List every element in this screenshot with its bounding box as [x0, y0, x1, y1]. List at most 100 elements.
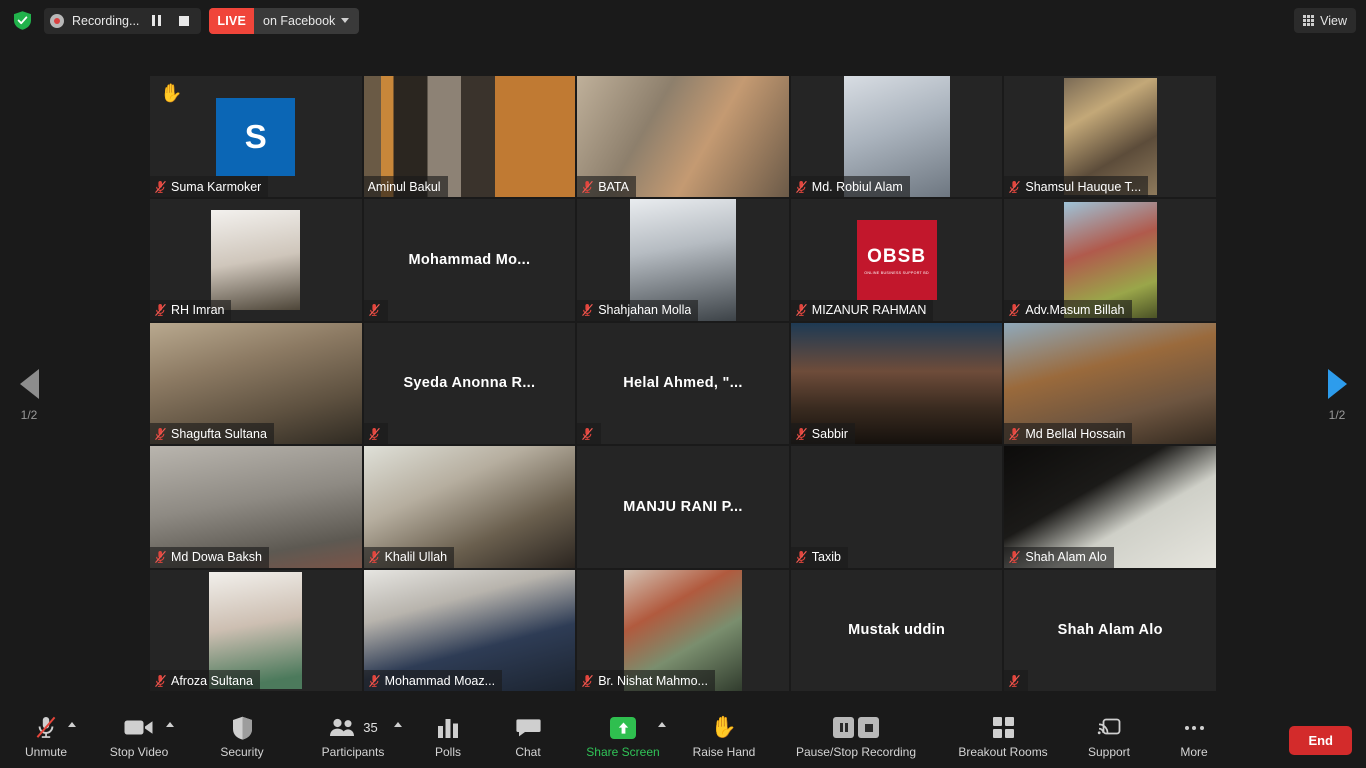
pause-stop-recording-button[interactable]: Pause/Stop Recording — [770, 706, 942, 768]
support-label: Support — [1087, 745, 1131, 759]
microphone-muted-icon — [582, 674, 594, 687]
microphone-muted-icon — [368, 427, 380, 440]
participant-name-tag: Mohammad Moaz... — [363, 670, 503, 691]
participant-name: Helal Ahmed, "... — [623, 375, 743, 392]
more-button[interactable]: More — [1154, 706, 1234, 768]
microphone-muted-icon — [795, 304, 807, 317]
participant-name: Afroza Sultana — [171, 673, 253, 688]
participant-status — [577, 423, 602, 445]
microphone-muted-icon — [155, 674, 166, 687]
prev-page-control[interactable]: 1/2 — [3, 369, 55, 422]
video-camera-icon — [124, 715, 154, 740]
participant-tile[interactable]: Khalil Ullah — [363, 446, 576, 568]
recording-label: Recording... — [72, 13, 140, 28]
raised-hand-icon: ✋️ — [160, 83, 183, 103]
chevron-down-icon[interactable] — [341, 18, 350, 23]
pause-stop-recording-label: Pause/Stop Recording — [795, 745, 917, 759]
share-screen-button[interactable]: Share Screen — [568, 706, 678, 768]
participant-name-tag: RH Imran — [150, 299, 232, 321]
participant-name: Shamsul Hauque T... — [1025, 179, 1142, 194]
participant-tile[interactable]: Helal Ahmed, "... — [577, 322, 789, 445]
participant-tile[interactable]: BATA — [577, 76, 789, 198]
participant-tile[interactable]: Shahjahan Molla — [577, 199, 789, 321]
microphone-muted-icon — [155, 550, 166, 564]
participant-tile[interactable]: Br. Nishat Mahmo... — [577, 569, 789, 691]
ellipsis-icon — [1184, 715, 1204, 740]
participant-tile[interactable]: Md. Robiul Alam — [790, 76, 1003, 198]
participant-name: RH Imran — [171, 303, 225, 318]
share-screen-icon — [610, 715, 636, 740]
participant-name-tag: MIZANUR RAHMAN — [790, 299, 934, 321]
participant-tile[interactable]: Adv.Masum Billah — [1004, 199, 1216, 321]
end-meeting-button[interactable]: End — [1289, 726, 1352, 755]
participant-tile[interactable]: Mohammad Mo... — [363, 199, 576, 321]
participant-name: Shahjahan Molla — [598, 303, 692, 318]
triangle-left-icon[interactable] — [19, 369, 39, 399]
video-options-caret-icon[interactable] — [166, 722, 174, 727]
chat-bubble-icon — [515, 715, 541, 740]
participant-tile[interactable]: Md Bellal Hossain — [1004, 322, 1216, 445]
more-label: More — [1180, 745, 1208, 759]
participant-tile[interactable]: Syeda Anonna R... — [363, 322, 576, 445]
security-label: Security — [220, 745, 264, 759]
participant-tile[interactable]: RH Imran — [150, 199, 362, 321]
chat-button[interactable]: Chat — [488, 706, 568, 768]
participants-button[interactable]: 35 Participants — [298, 706, 408, 768]
microphone-muted-icon — [368, 550, 380, 564]
pause-stop-recording-icon — [833, 715, 879, 740]
participant-name-tag: Md. Robiul Alam — [790, 176, 910, 198]
participant-tile[interactable]: Afroza Sultana — [150, 569, 362, 691]
participant-name: MANJU RANI P... — [623, 498, 743, 515]
participant-tile[interactable]: Mustak uddin — [790, 569, 1003, 691]
recording-dot-icon — [50, 13, 64, 28]
microphone-muted-icon — [368, 674, 380, 687]
polls-button[interactable]: Polls — [408, 706, 488, 768]
security-button[interactable]: Security — [186, 706, 298, 768]
participants-options-caret-icon[interactable] — [394, 722, 402, 727]
video-stage: 1/2 1/2 S ✋️ Suma Karmoker Aminul Bakul BATA… — [0, 41, 1366, 706]
participant-tile[interactable]: OBSB ONLINE BUSINESS SUPPORT BD MIZANUR RA… — [790, 199, 1003, 321]
unmute-button[interactable]: Unmute — [0, 706, 92, 768]
triangle-right-icon[interactable] — [1327, 369, 1347, 399]
grid-icon — [1302, 14, 1315, 27]
bar-chart-icon — [436, 715, 460, 740]
breakout-rooms-button[interactable]: Breakout Rooms — [942, 706, 1064, 768]
participant-name-tag: Shagufta Sultana — [150, 423, 274, 445]
participant-tile[interactable]: Shagufta Sultana — [150, 322, 362, 445]
participant-tile[interactable]: Sabbir — [790, 322, 1003, 445]
participant-tile[interactable]: Shah Alam Alo — [1004, 569, 1216, 691]
participant-name: Taxib — [811, 550, 841, 565]
shield-check-icon[interactable] — [10, 9, 34, 33]
raised-hand-icon: ✋️ — [710, 716, 738, 739]
participant-photo — [211, 210, 301, 310]
participant-name-tag: Md Bellal Hossain — [1004, 423, 1133, 445]
support-button[interactable]: Support — [1064, 706, 1154, 768]
participant-tile[interactable]: S ✋️ Suma Karmoker — [150, 76, 362, 198]
view-button[interactable]: View — [1293, 8, 1356, 33]
stop-recording-button[interactable] — [173, 10, 195, 32]
view-label: View — [1320, 13, 1347, 28]
participant-tile[interactable]: Md Dowa Baksh — [150, 446, 362, 568]
microphone-muted-icon — [1009, 550, 1021, 564]
raise-hand-button[interactable]: ✋️ Raise Hand — [678, 706, 770, 768]
microphone-muted-icon — [155, 180, 166, 193]
participant-name: Aminul Bakul — [367, 179, 441, 194]
share-options-caret-icon[interactable] — [658, 722, 666, 727]
participant-tile[interactable]: Shamsul Hauque T... — [1004, 76, 1216, 198]
pause-recording-button[interactable] — [145, 10, 167, 32]
participant-tile[interactable]: Mohammad Moaz... — [363, 569, 576, 691]
participant-status — [1004, 670, 1029, 691]
participant-tile[interactable]: Aminul Bakul — [363, 76, 576, 198]
audio-options-caret-icon[interactable] — [68, 722, 76, 727]
participant-name-tag: Br. Nishat Mahmo... — [577, 670, 715, 691]
participant-tile[interactable]: MANJU RANI P... — [577, 446, 789, 568]
stop-video-button[interactable]: Stop Video — [92, 706, 186, 768]
next-page-control[interactable]: 1/2 — [1311, 369, 1363, 422]
participant-name-tag: Adv.Masum Billah — [1004, 299, 1132, 321]
shield-icon — [232, 715, 253, 740]
live-stream-group[interactable]: LIVE on Facebook — [209, 7, 360, 34]
participant-name: MIZANUR RAHMAN — [811, 303, 927, 318]
participant-tile[interactable]: Shah Alam Alo — [1004, 446, 1216, 568]
participant-status — [363, 299, 388, 321]
participant-tile[interactable]: Taxib — [790, 446, 1003, 568]
